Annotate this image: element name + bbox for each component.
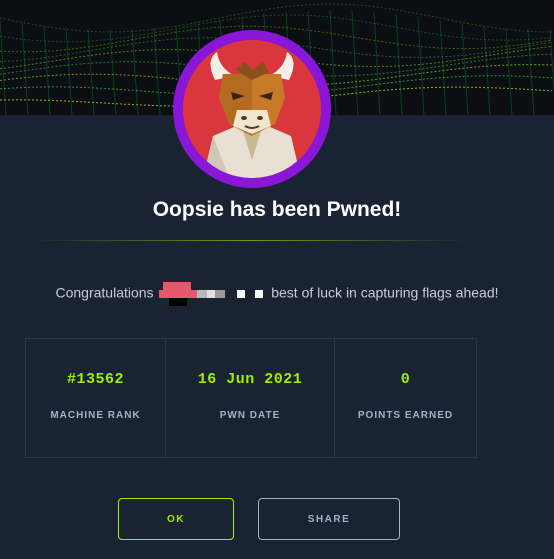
machine-avatar-icon [183,40,321,178]
share-button[interactable]: SHARE [258,498,400,540]
message-suffix: best of luck in capturing flags ahead! [271,284,499,301]
stat-value: 0 [400,371,411,388]
stat-value: 16 Jun 2021 [197,371,303,388]
dialog-title: Oopsie has been Pwned! [152,198,402,221]
stat-label: PWN DATE [219,410,281,421]
ok-button[interactable]: OK [118,498,234,540]
stat-label: POINTS EARNED [357,410,454,421]
message-prefix: Congratulations [55,284,154,301]
stat-value: #13562 [66,371,124,388]
redacted-username [159,282,229,306]
stat-label: MACHINE RANK [50,410,141,421]
stat-pwn-date: 16 Jun 2021 PWN DATE [166,339,335,457]
machine-avatar [173,30,331,188]
stats-panel: #13562 MACHINE RANK 16 Jun 2021 PWN DATE… [25,338,477,458]
congrats-message: Congratulations best of luck in capturin… [0,282,554,306]
redacted-fragment [237,289,265,299]
stat-machine-rank: #13562 MACHINE RANK [26,339,166,457]
title-divider [30,240,470,241]
stat-points-earned: 0 POINTS EARNED [335,339,476,457]
